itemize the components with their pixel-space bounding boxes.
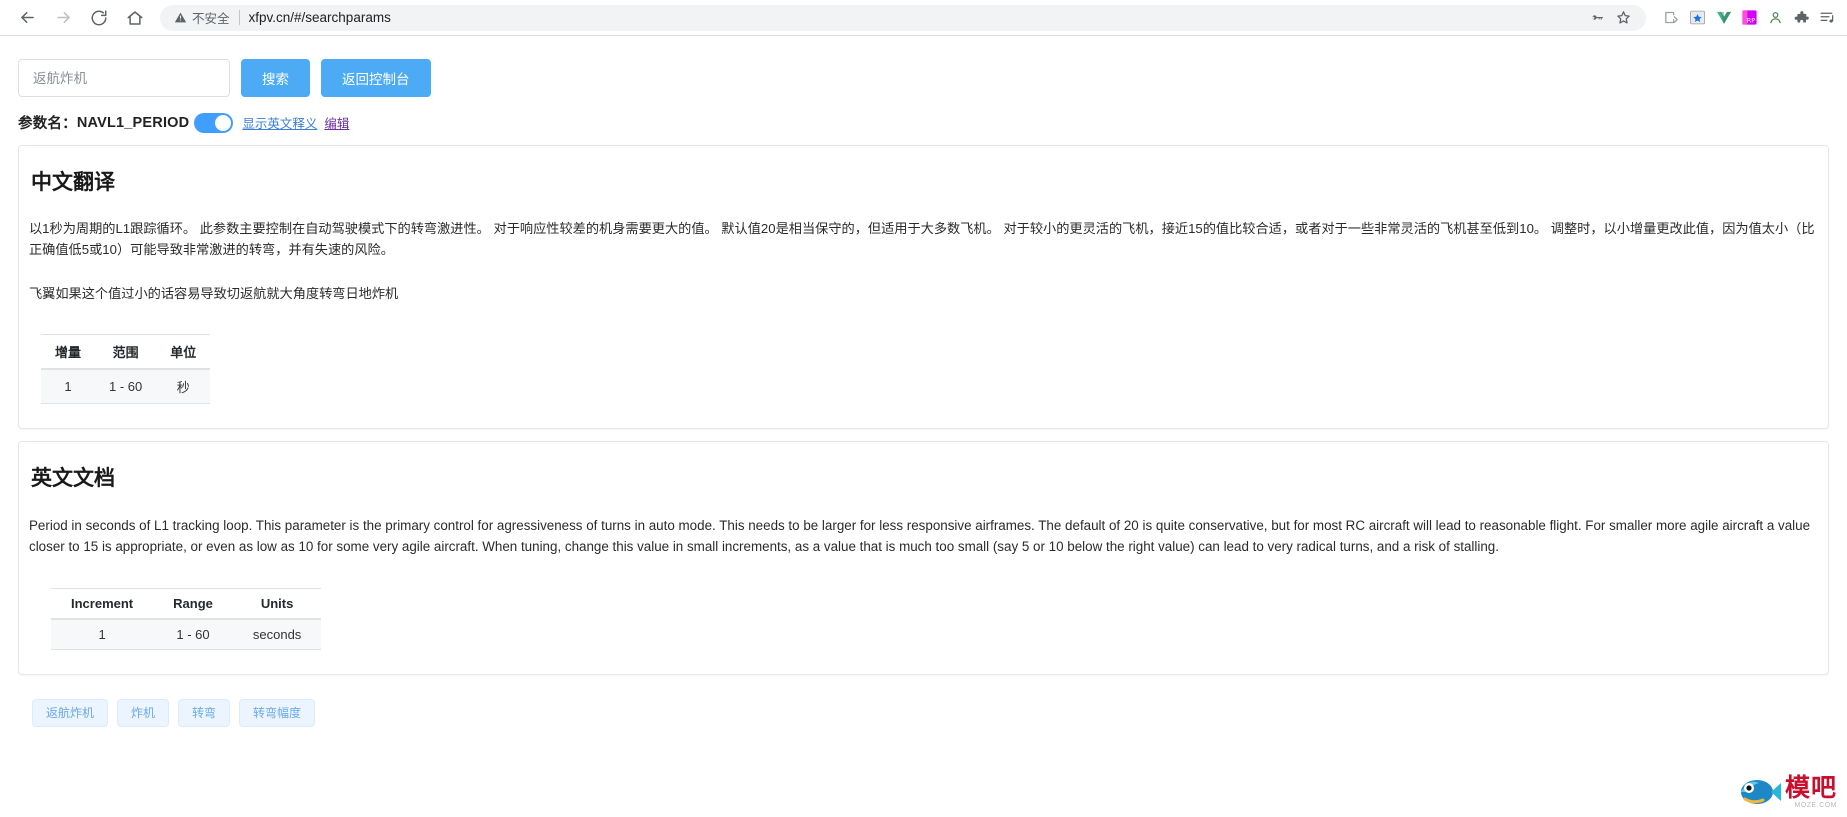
english-toggle[interactable] — [194, 112, 234, 133]
table-header-row: Increment Range Units — [51, 587, 322, 620]
tag-item[interactable]: 返航炸机 — [32, 698, 109, 727]
table-header-cell: 增量 — [41, 334, 96, 371]
url-text: xfpv.cn/#/searchparams — [248, 10, 391, 25]
table-cell: 1 — [41, 369, 96, 405]
chinese-spec-table: 增量 范围 单位 1 1 - 60 秒 — [41, 334, 211, 405]
watermark-url: MOZE.COM — [1794, 802, 1837, 809]
home-button[interactable] — [118, 1, 152, 35]
watermark-text: 模吧 MOZE.COM — [1785, 775, 1837, 809]
table-cell: 1 - 60 — [153, 618, 233, 650]
tag-item[interactable]: 转弯 — [178, 698, 231, 727]
chinese-paragraph-1: 以1秒为周期的L1跟踪循环。 此参数主要控制在自动驾驶模式下的转弯激进性。 对于… — [29, 221, 1815, 258]
puzzle-icon[interactable] — [1792, 8, 1811, 27]
chinese-card-title: 中文翻译 — [31, 171, 115, 194]
home-icon — [127, 10, 143, 25]
security-label: 不安全 — [192, 12, 230, 26]
omnibox-actions — [1588, 9, 1632, 26]
table-cell: seconds — [232, 618, 322, 650]
bookmark-star-icon[interactable] — [1688, 8, 1707, 27]
star-icon[interactable] — [1615, 9, 1632, 26]
fish-logo-icon — [1740, 780, 1781, 804]
english-spec-table: Increment Range Units 1 1 - 60 seconds — [51, 587, 322, 650]
tag-list: 返航炸机 炸机 转弯 转弯幅度 — [18, 698, 1829, 727]
param-name: NAVL1_PERIOD — [76, 114, 190, 131]
show-english-link[interactable]: 显示英文释义 — [242, 113, 317, 132]
forward-arrow-icon — [56, 11, 70, 24]
table-header-cell: Units — [232, 587, 322, 620]
security-status[interactable]: 不安全 — [174, 8, 230, 27]
parameter-header: 参数名： NAVL1_PERIOD 显示英文释义 编辑 — [18, 112, 1829, 133]
chinese-paragraph-2: 飞翼如果这个值过小的话容易导致切返航就大角度转弯日地炸机 — [29, 285, 399, 301]
vue-devtools-icon[interactable] — [1714, 8, 1733, 27]
search-toolbar: 搜索 返回控制台 — [18, 36, 1829, 97]
extension-toolbar: RP — [1652, 8, 1837, 27]
svg-text:RP: RP — [1747, 16, 1755, 24]
menu-list-icon[interactable] — [1818, 8, 1837, 27]
warning-triangle-icon — [174, 12, 187, 23]
table-row: 1 1 - 60 秒 — [41, 369, 211, 405]
forward-button[interactable] — [46, 1, 80, 35]
share-icon[interactable] — [1662, 8, 1681, 27]
table-cell: 秒 — [156, 369, 211, 405]
reload-icon — [91, 10, 107, 25]
search-input[interactable] — [18, 59, 230, 97]
table-row: 1 1 - 60 seconds — [51, 618, 322, 650]
english-doc-card: 英文文档 Period in seconds of L1 tracking lo… — [18, 441, 1829, 675]
user-profile-icon[interactable] — [1766, 8, 1785, 27]
tag-item[interactable]: 转弯幅度 — [239, 698, 316, 727]
back-arrow-icon — [20, 11, 34, 24]
back-button[interactable] — [10, 1, 44, 35]
address-bar[interactable]: 不安全 xfpv.cn/#/searchparams — [160, 4, 1646, 31]
english-paragraph: Period in seconds of L1 tracking loop. T… — [29, 518, 1811, 554]
watermark-name: 模吧 — [1784, 773, 1837, 802]
page-content: 搜索 返回控制台 参数名： NAVL1_PERIOD 显示英文释义 编辑 中文翻… — [0, 36, 1847, 817]
omnibox-divider — [238, 10, 240, 25]
search-button[interactable]: 搜索 — [241, 59, 310, 97]
table-cell: 1 - 60 — [95, 369, 157, 405]
table-header-cell: Range — [153, 587, 233, 620]
table-header-cell: Increment — [51, 587, 154, 620]
browser-toolbar: 不安全 xfpv.cn/#/searchparams RP — [0, 0, 1847, 36]
reload-button[interactable] — [82, 1, 116, 35]
table-header-cell: 单位 — [156, 334, 211, 371]
rp-icon[interactable]: RP — [1740, 8, 1759, 27]
table-header-row: 增量 范围 单位 — [41, 334, 211, 371]
table-cell: 1 — [51, 618, 154, 650]
chinese-translation-card: 中文翻译 以1秒为周期的L1跟踪循环。 此参数主要控制在自动驾驶模式下的转弯激进… — [18, 145, 1829, 430]
table-header-cell: 范围 — [95, 334, 157, 371]
tag-item[interactable]: 炸机 — [117, 698, 170, 727]
site-watermark: 模吧 MOZE.COM — [1737, 775, 1837, 809]
english-card-title: 英文文档 — [31, 467, 115, 491]
key-icon[interactable] — [1588, 9, 1605, 26]
edit-link[interactable]: 编辑 — [324, 113, 349, 132]
navigation-buttons — [10, 1, 152, 35]
param-label-prefix: 参数名： — [18, 116, 77, 132]
back-to-console-button[interactable]: 返回控制台 — [321, 59, 431, 97]
